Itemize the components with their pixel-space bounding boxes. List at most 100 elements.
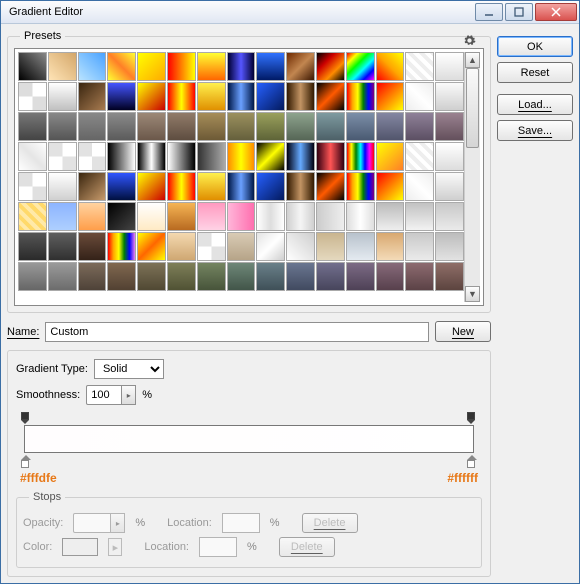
preset-swatch[interactable] bbox=[137, 52, 166, 81]
preset-swatch[interactable] bbox=[197, 142, 226, 171]
preset-swatch[interactable] bbox=[286, 112, 315, 141]
preset-swatch[interactable] bbox=[78, 82, 107, 111]
preset-swatch[interactable] bbox=[167, 112, 196, 141]
preset-swatch[interactable] bbox=[316, 262, 345, 291]
preset-swatch[interactable] bbox=[78, 262, 107, 291]
opacity-stepper[interactable]: ▸ bbox=[111, 513, 125, 533]
preset-swatch[interactable] bbox=[346, 232, 375, 261]
preset-swatch[interactable] bbox=[346, 52, 375, 81]
preset-swatch[interactable] bbox=[435, 172, 464, 201]
preset-swatch[interactable] bbox=[137, 262, 166, 291]
opacity-delete-button[interactable]: Delete bbox=[302, 513, 358, 533]
preset-swatch[interactable] bbox=[107, 202, 136, 231]
preset-swatch[interactable] bbox=[405, 202, 434, 231]
preset-swatch[interactable] bbox=[316, 172, 345, 201]
preset-swatch[interactable] bbox=[167, 172, 196, 201]
preset-swatch[interactable] bbox=[18, 262, 47, 291]
preset-swatch[interactable] bbox=[227, 172, 256, 201]
preset-swatch[interactable] bbox=[435, 202, 464, 231]
scroll-thumb[interactable] bbox=[466, 68, 479, 148]
preset-swatch[interactable] bbox=[48, 172, 77, 201]
preset-swatch[interactable] bbox=[227, 202, 256, 231]
preset-swatch[interactable] bbox=[137, 232, 166, 261]
preset-swatch[interactable] bbox=[107, 112, 136, 141]
new-button[interactable]: New bbox=[435, 321, 491, 342]
preset-swatch[interactable] bbox=[286, 202, 315, 231]
preset-swatch[interactable] bbox=[48, 82, 77, 111]
preset-swatch[interactable] bbox=[107, 262, 136, 291]
preset-swatch[interactable] bbox=[227, 52, 256, 81]
preset-swatch[interactable] bbox=[316, 112, 345, 141]
preset-swatch[interactable] bbox=[376, 82, 405, 111]
preset-swatch[interactable] bbox=[256, 262, 285, 291]
preset-swatch[interactable] bbox=[197, 172, 226, 201]
preset-swatch[interactable] bbox=[137, 112, 166, 141]
preset-swatch[interactable] bbox=[346, 112, 375, 141]
preset-swatch[interactable] bbox=[78, 232, 107, 261]
gradient-type-select[interactable]: Solid bbox=[94, 359, 164, 379]
preset-swatch[interactable] bbox=[18, 52, 47, 81]
preset-swatch[interactable] bbox=[376, 112, 405, 141]
preset-swatch[interactable] bbox=[137, 142, 166, 171]
preset-swatch[interactable] bbox=[78, 172, 107, 201]
preset-swatch[interactable] bbox=[167, 232, 196, 261]
preset-swatch[interactable] bbox=[18, 82, 47, 111]
preset-swatch[interactable] bbox=[48, 112, 77, 141]
preset-swatch[interactable] bbox=[435, 82, 464, 111]
minimize-button[interactable] bbox=[475, 3, 503, 21]
preset-swatch[interactable] bbox=[435, 52, 464, 81]
preset-swatch[interactable] bbox=[197, 52, 226, 81]
opacity-stop-right[interactable] bbox=[467, 412, 477, 424]
preset-swatch[interactable] bbox=[405, 52, 434, 81]
maximize-button[interactable] bbox=[505, 3, 533, 21]
preset-swatch[interactable] bbox=[256, 82, 285, 111]
preset-swatch[interactable] bbox=[316, 142, 345, 171]
preset-swatch[interactable] bbox=[346, 142, 375, 171]
preset-swatch[interactable] bbox=[435, 142, 464, 171]
preset-swatch[interactable] bbox=[346, 82, 375, 111]
preset-swatch[interactable] bbox=[48, 52, 77, 81]
close-button[interactable] bbox=[535, 3, 577, 21]
preset-swatch[interactable] bbox=[167, 142, 196, 171]
preset-swatch[interactable] bbox=[286, 82, 315, 111]
save-button[interactable]: Save... bbox=[497, 120, 573, 141]
scroll-up-button[interactable]: ▲ bbox=[465, 52, 480, 68]
preset-swatch[interactable] bbox=[256, 232, 285, 261]
preset-swatch[interactable] bbox=[197, 232, 226, 261]
preset-swatch[interactable] bbox=[286, 142, 315, 171]
smoothness-input[interactable] bbox=[86, 385, 122, 405]
preset-swatch[interactable] bbox=[256, 52, 285, 81]
preset-swatch[interactable] bbox=[227, 142, 256, 171]
preset-swatch[interactable] bbox=[48, 202, 77, 231]
preset-swatch[interactable] bbox=[78, 142, 107, 171]
preset-swatch[interactable] bbox=[227, 112, 256, 141]
preset-swatch[interactable] bbox=[316, 202, 345, 231]
gradient-ramp[interactable] bbox=[16, 411, 482, 467]
preset-swatch[interactable] bbox=[256, 142, 285, 171]
color-stop-left[interactable] bbox=[21, 455, 31, 469]
ok-button[interactable]: OK bbox=[497, 36, 573, 57]
preset-swatch[interactable] bbox=[167, 82, 196, 111]
preset-swatch[interactable] bbox=[346, 202, 375, 231]
preset-swatch[interactable] bbox=[107, 52, 136, 81]
smoothness-stepper[interactable]: ▸ bbox=[122, 385, 136, 405]
preset-swatch[interactable] bbox=[167, 52, 196, 81]
opacity-location-input[interactable] bbox=[222, 513, 260, 533]
preset-swatch[interactable] bbox=[376, 172, 405, 201]
preset-swatch[interactable] bbox=[18, 112, 47, 141]
preset-swatch[interactable] bbox=[376, 142, 405, 171]
gradient-bar[interactable] bbox=[24, 425, 474, 453]
preset-swatch[interactable] bbox=[78, 202, 107, 231]
preset-swatch[interactable] bbox=[405, 142, 434, 171]
preset-swatch[interactable] bbox=[405, 172, 434, 201]
load-button[interactable]: Load... bbox=[497, 94, 573, 115]
preset-swatch[interactable] bbox=[137, 82, 166, 111]
preset-swatch[interactable] bbox=[107, 142, 136, 171]
preset-swatch[interactable] bbox=[316, 82, 345, 111]
preset-swatch[interactable] bbox=[286, 262, 315, 291]
preset-swatch[interactable] bbox=[227, 82, 256, 111]
preset-swatch[interactable] bbox=[137, 172, 166, 201]
color-stop-right[interactable] bbox=[467, 455, 477, 469]
preset-swatch[interactable] bbox=[435, 112, 464, 141]
name-input[interactable] bbox=[45, 322, 429, 342]
